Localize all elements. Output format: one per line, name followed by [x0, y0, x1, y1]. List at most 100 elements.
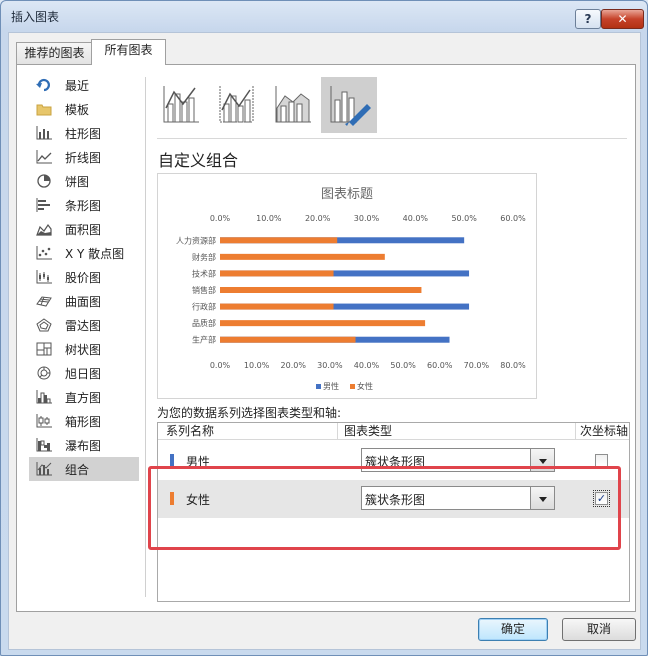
area-chart-icon: [35, 221, 53, 237]
tab-recommended-charts[interactable]: 推荐的图表: [16, 42, 93, 64]
sidebar-item-label: 股价图: [65, 270, 102, 285]
bar-female: [220, 336, 356, 343]
x-tick-label-top: 60.0%: [500, 214, 526, 223]
sidebar-item-area[interactable]: 面积图: [29, 217, 139, 241]
series-row: 男性 簇状条形图: [158, 442, 629, 480]
x-tick-label-bottom: 0.0%: [210, 361, 231, 370]
series-name: 男性: [186, 455, 211, 469]
help-button[interactable]: ?: [575, 9, 601, 29]
y-category-label: 财务部: [192, 252, 216, 262]
secondary-axis-checkbox[interactable]: [595, 454, 608, 467]
sidebar-item-histogram[interactable]: 直方图: [29, 385, 139, 409]
sidebar-item-label: 组合: [65, 462, 90, 477]
bar-chart-icon: [35, 197, 53, 213]
subtype-combo-area-column[interactable]: [265, 77, 321, 133]
sidebar-item-label: 雷达图: [65, 318, 102, 333]
title-bar: 插入图表 ? ✕: [1, 1, 647, 31]
chevron-down-icon: [538, 453, 547, 467]
chart-type-select[interactable]: 簇状条形图: [361, 486, 555, 510]
combo-column-line-icon: [161, 84, 201, 127]
y-category-label: 行政部: [192, 302, 216, 312]
sidebar-item-stock[interactable]: 股价图: [29, 265, 139, 289]
subtype-combo-column-line[interactable]: [153, 77, 209, 133]
sidebar-item-combo[interactable]: 组合: [29, 457, 139, 481]
radar-chart-icon: [35, 317, 53, 333]
sidebar-item-line[interactable]: 折线图: [29, 145, 139, 169]
y-category-label: 人力资源部: [176, 235, 216, 245]
sidebar-item-box-whisker[interactable]: 箱形图: [29, 409, 139, 433]
subtype-combo-column-line-secondary[interactable]: [209, 77, 265, 133]
chart-type-list: 最近 模板 柱形图 折线图 饼图 条形图 面积图 X Y 散点图 股价图 曲面图…: [29, 73, 139, 481]
dialog-content: 推荐的图表 所有图表 最近 模板 柱形图 折线图 饼图 条形图 面积图 X Y …: [8, 32, 641, 650]
box-whisker-chart-icon: [35, 413, 53, 429]
sidebar-item-label: 旭日图: [65, 366, 102, 381]
combo-subtype-gallery: [153, 77, 393, 133]
column-chart-icon: [35, 125, 53, 141]
dialog-title: 插入图表: [11, 10, 60, 24]
sidebar-item-label: 直方图: [65, 390, 102, 405]
x-tick-label-top: 0.0%: [210, 214, 231, 223]
bar-female: [220, 270, 334, 277]
series-color-swatch: [170, 492, 174, 505]
series-prompt: 为您的数据系列选择图表类型和轴:: [157, 406, 342, 420]
chart-type-select[interactable]: 簇状条形图: [361, 448, 555, 472]
sidebar-item-radar[interactable]: 雷达图: [29, 313, 139, 337]
series-table: 系列名称 图表类型 次坐标轴 男性 簇状条形图 女性 簇状条形图 ✓: [157, 422, 630, 602]
column-header-chart-type: 图表类型: [338, 423, 576, 439]
panel-divider: [145, 77, 146, 597]
sidebar-item-label: X Y 散点图: [65, 246, 125, 261]
sidebar-item-label: 面积图: [65, 222, 102, 237]
bar-female: [220, 253, 385, 260]
x-tick-label-top: 40.0%: [403, 214, 429, 223]
x-tick-label-bottom: 60.0%: [427, 361, 453, 370]
sidebar-item-column[interactable]: 柱形图: [29, 121, 139, 145]
legend-swatch: [316, 384, 321, 389]
tab-all-charts[interactable]: 所有图表: [91, 39, 166, 65]
section-divider: [157, 138, 627, 139]
custom-combo-icon: [327, 82, 371, 129]
cancel-button[interactable]: 取消: [562, 618, 636, 641]
x-tick-label-bottom: 50.0%: [390, 361, 416, 370]
sidebar-item-label: 柱形图: [65, 126, 102, 141]
histogram-chart-icon: [35, 389, 53, 405]
sidebar-item-treemap[interactable]: 树状图: [29, 337, 139, 361]
bar-female: [220, 320, 426, 327]
sidebar-item-pie[interactable]: 饼图: [29, 169, 139, 193]
subtype-custom-combo[interactable]: [321, 77, 377, 133]
sidebar-item-templates[interactable]: 模板: [29, 97, 139, 121]
sidebar-item-label: 曲面图: [65, 294, 102, 309]
x-tick-label-bottom: 40.0%: [354, 361, 380, 370]
chart-preview: 图表标题 0.0% 10.0% 20.0% 30.0% 40.0% 50.0% 60.0% 0.…: [157, 173, 537, 399]
bar-female: [220, 303, 334, 310]
y-category-label: 技术部: [192, 268, 216, 278]
sunburst-chart-icon: [35, 365, 53, 381]
chart-preview-svg: 图表标题 0.0% 10.0% 20.0% 30.0% 40.0% 50.0% 60.0% 0.…: [176, 187, 526, 391]
sidebar-item-label: 饼图: [65, 174, 90, 189]
recent-icon: [35, 77, 53, 93]
sidebar-item-bar[interactable]: 条形图: [29, 193, 139, 217]
custom-combo-heading: 自定义组合: [158, 151, 239, 170]
all-charts-panel: 最近 模板 柱形图 折线图 饼图 条形图 面积图 X Y 散点图 股价图 曲面图…: [16, 64, 636, 612]
sidebar-item-sunburst[interactable]: 旭日图: [29, 361, 139, 385]
secondary-axis-checkbox[interactable]: ✓: [593, 490, 610, 507]
column-header-secondary-axis: 次坐标轴: [580, 424, 629, 438]
sidebar-item-label: 箱形图: [65, 414, 102, 429]
series-color-swatch: [170, 454, 174, 467]
y-category-label: 品质部: [192, 318, 216, 328]
x-tick-label-top: 30.0%: [354, 214, 380, 223]
y-category-label: 生产部: [192, 335, 216, 345]
ok-button[interactable]: 确定: [478, 618, 548, 641]
dropdown-arrow-button[interactable]: [530, 449, 554, 471]
combo-stacked-area-column-icon: [273, 84, 313, 127]
sidebar-item-label: 树状图: [65, 342, 102, 357]
header-divider: [158, 439, 629, 440]
sidebar-item-surface[interactable]: 曲面图: [29, 289, 139, 313]
sidebar-item-waterfall[interactable]: 瀑布图: [29, 433, 139, 457]
sidebar-item-scatter[interactable]: X Y 散点图: [29, 241, 139, 265]
legend-swatch: [350, 384, 355, 389]
combo-column-line-secondary-icon: [217, 84, 257, 127]
bar-female: [220, 237, 338, 244]
close-button[interactable]: ✕: [601, 9, 644, 29]
sidebar-item-recent[interactable]: 最近: [29, 73, 139, 97]
dropdown-arrow-button[interactable]: [530, 487, 554, 509]
